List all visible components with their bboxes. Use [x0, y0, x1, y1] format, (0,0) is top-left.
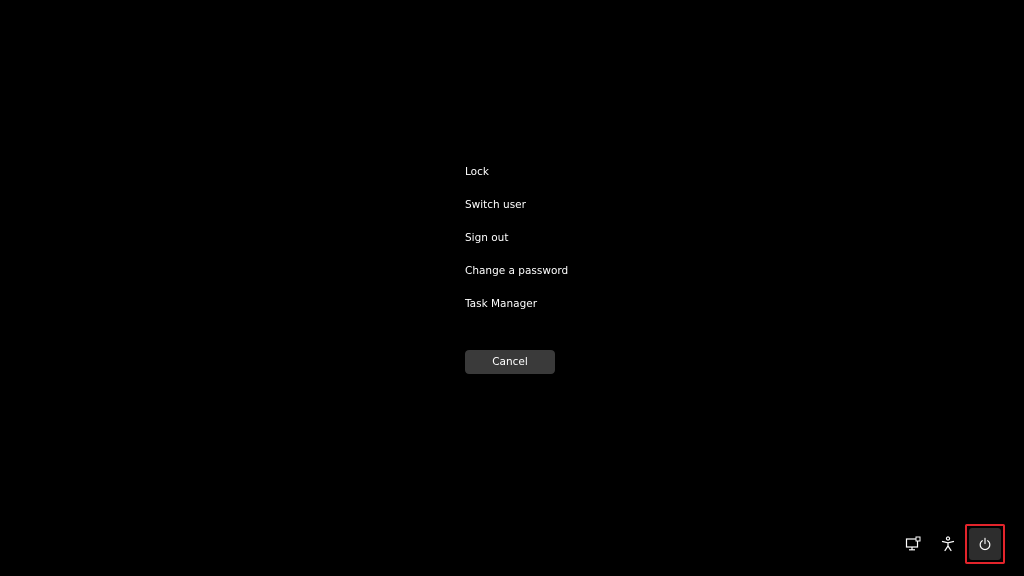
network-icon — [905, 536, 921, 551]
network-button[interactable] — [903, 534, 923, 554]
switch-user-option[interactable]: Switch user — [465, 195, 665, 228]
security-options-screen: Lock Switch user Sign out Change a passw… — [0, 0, 1024, 576]
task-manager-option[interactable]: Task Manager — [465, 294, 665, 327]
power-button-surface — [969, 528, 1001, 560]
accessibility-icon — [941, 536, 955, 552]
security-options-menu: Lock Switch user Sign out Change a passw… — [465, 162, 665, 327]
accessibility-button[interactable] — [938, 534, 958, 554]
power-icon — [979, 537, 991, 551]
power-button[interactable] — [965, 524, 1005, 564]
sign-out-option[interactable]: Sign out — [465, 228, 665, 261]
lock-option[interactable]: Lock — [465, 162, 665, 195]
cancel-button[interactable]: Cancel — [465, 350, 555, 374]
change-password-option[interactable]: Change a password — [465, 261, 665, 294]
